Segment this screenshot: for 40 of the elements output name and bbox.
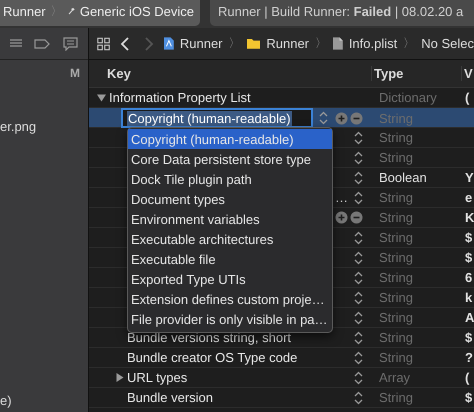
type-text: String — [378, 250, 414, 265]
value-text: 6 — [464, 270, 474, 285]
type-text: String — [378, 110, 414, 126]
type-text: Dictionary — [378, 90, 438, 105]
key-text: Bundle version — [127, 390, 213, 405]
type-text: String — [378, 290, 414, 305]
value-text: Y — [464, 170, 474, 185]
type-text: String — [378, 310, 414, 325]
type-text: String — [378, 210, 414, 225]
path-separator: 〉 — [315, 35, 328, 52]
type-text: String — [378, 230, 414, 245]
value-text: ( — [464, 370, 470, 385]
type-text: Boolean — [378, 170, 428, 185]
type-text: String — [378, 190, 414, 205]
type-text: Array — [378, 370, 412, 385]
key-text: URL types — [127, 370, 188, 385]
key-text: Bundle versions string, short — [127, 330, 292, 345]
key-text: … — [335, 190, 348, 205]
path-separator: 〉 — [228, 35, 240, 52]
key-text: Information Property List — [109, 90, 251, 105]
value-text: $ — [464, 390, 474, 405]
path-separator: 〉 — [403, 35, 416, 52]
type-text: String — [378, 390, 414, 405]
type-text: String — [378, 150, 414, 165]
value-text: $ — [464, 230, 474, 245]
value-text: K — [464, 210, 474, 225]
type-text: String — [378, 350, 414, 365]
key-text: Bundle creator OS Type code — [127, 350, 298, 365]
build-status: Runner | Build Runner: Failed | 08.02.20 a — [210, 0, 474, 26]
value-text: ( — [464, 90, 470, 105]
type-text: String — [378, 330, 414, 345]
type-text: String — [378, 130, 414, 145]
value-text: e — [464, 190, 474, 205]
type-text: String — [378, 270, 414, 285]
value-text: ? — [464, 350, 474, 365]
value-text: $ — [464, 330, 474, 345]
value-text: $ — [464, 250, 474, 265]
column-label: M — [69, 65, 81, 82]
value-text: k — [464, 290, 474, 305]
value-text: A — [464, 310, 474, 325]
